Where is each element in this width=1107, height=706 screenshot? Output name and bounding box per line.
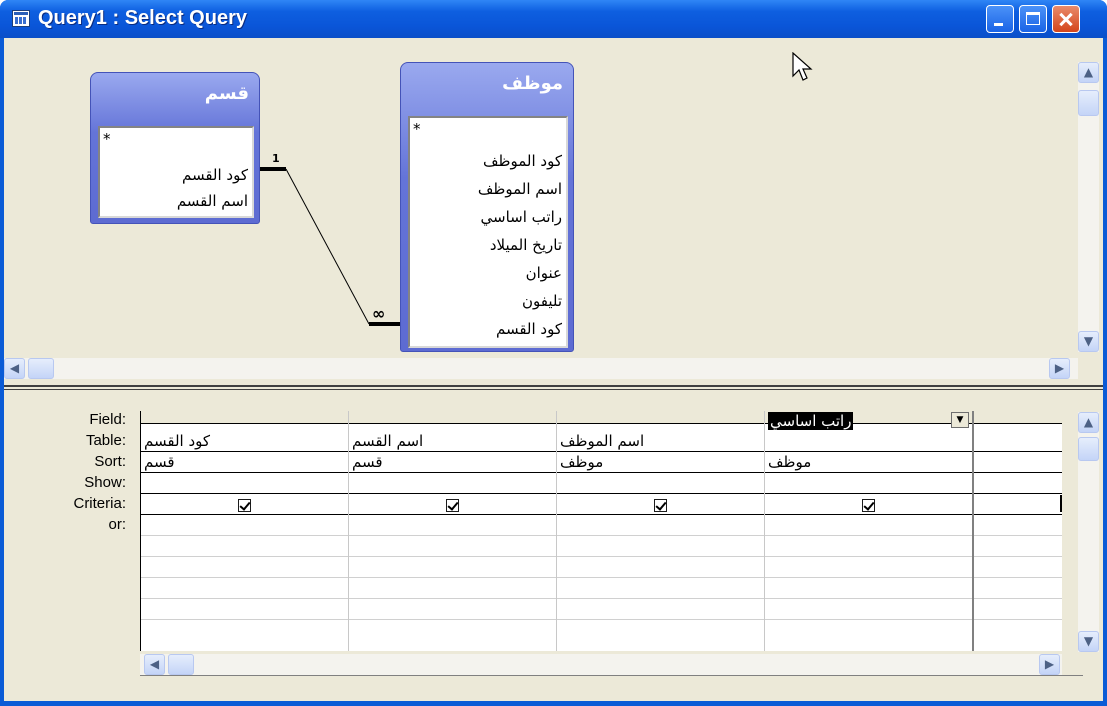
grid-bottom-border [140,675,1083,676]
field-item[interactable]: تاريخ الميلاد [490,236,562,254]
row-label-criteria: Criteria: [73,495,126,512]
scroll-thumb[interactable] [168,654,194,675]
query-icon[interactable] [12,10,30,27]
grid-table-cell[interactable]: قسم [352,453,383,471]
grid-field-cell[interactable]: كود القسم [144,432,210,450]
scroll-right-arrow-icon[interactable]: ▶ [1049,358,1070,379]
grid-table-cell[interactable]: موظف [560,453,603,471]
minimize-icon [994,23,1003,26]
upper-vertical-scrollbar[interactable]: ▲ ▼ [1078,62,1099,352]
grid-show-checkbox[interactable] [862,499,875,512]
field-item[interactable]: اسم القسم [177,192,248,210]
row-label-sort: Sort: [94,453,126,470]
row-label-field: Field: [89,411,126,428]
scroll-thumb[interactable] [1078,437,1099,461]
relationship-one-label: 1 [272,152,280,165]
grid-horizontal-scrollbar[interactable]: ◀ ▶ [140,654,1062,675]
relationship-many-label: ∞ [372,304,385,323]
field-item-all[interactable]: * [103,130,111,148]
scroll-up-arrow-icon[interactable]: ▲ [1078,412,1099,433]
upper-horizontal-scrollbar[interactable]: ◀ ▶ [4,358,1078,379]
field-item[interactable]: عنوان [526,264,562,282]
grid-field-cell-selected[interactable]: راتب اساسي ▼ [768,411,974,430]
table-design-pane[interactable]: 1 ∞ قسم * كود القسم اسم القسم موظف * كود… [4,38,1103,383]
scroll-thumb[interactable] [28,358,54,379]
maximize-icon [1026,12,1040,25]
table-box-department[interactable]: قسم * كود القسم اسم القسم [90,72,260,224]
field-item[interactable]: اسم الموظف [478,180,562,198]
grid-show-checkbox[interactable] [654,499,667,512]
grid-field-cell[interactable]: اسم الموظف [560,432,644,450]
table-box-employee[interactable]: موظف * كود الموظف اسم الموظف راتب اساسي … [400,62,574,352]
grid-table-cell[interactable]: موظف [768,453,811,471]
design-grid[interactable]: كود القسم قسم اسم القسم قسم اسم الموظف م… [140,411,1062,651]
mouse-pointer-icon [792,52,813,81]
scroll-left-arrow-icon[interactable]: ◀ [4,358,25,379]
title-bar[interactable]: Query1 : Select Query [0,0,1107,38]
grid-table-cell[interactable]: قسم [144,453,175,471]
field-item-all[interactable]: * [413,120,421,138]
row-label-table: Table: [85,432,126,449]
field-list[interactable]: * كود الموظف اسم الموظف راتب اساسي تاريخ… [408,116,568,348]
grid-show-checkbox[interactable] [238,499,251,512]
grid-show-checkbox[interactable] [446,499,459,512]
minimize-button[interactable] [986,5,1014,33]
maximize-button[interactable] [1019,5,1047,33]
field-item[interactable]: تليفون [522,292,562,310]
scroll-left-arrow-icon[interactable]: ◀ [144,654,165,675]
query-window: Query1 : Select Query 1 ∞ قسم * كود القس… [0,0,1107,706]
scroll-right-arrow-icon[interactable]: ▶ [1039,654,1060,675]
grid-field-cell[interactable]: اسم القسم [352,432,423,450]
field-item[interactable]: كود القسم [496,320,562,338]
field-list[interactable]: * كود القسم اسم القسم [98,126,254,218]
close-icon [1053,6,1079,32]
scroll-down-arrow-icon[interactable]: ▼ [1078,331,1099,352]
grid-field-value[interactable]: راتب اساسي [768,412,854,430]
field-item[interactable]: كود القسم [182,166,248,184]
row-label-show: Show: [84,474,126,491]
pane-splitter[interactable] [4,383,1103,392]
grid-vertical-scrollbar[interactable]: ▲ ▼ [1078,412,1099,652]
row-label-or: or: [108,516,126,533]
query-design-grid-pane[interactable]: Field: Table: Sort: Show: Criteria: or: [4,392,1103,701]
window-title: Query1 : Select Query [38,7,247,29]
field-item[interactable]: كود الموظف [483,152,562,170]
table-title: قسم [204,83,249,104]
scroll-thumb[interactable] [1078,90,1099,116]
scroll-down-arrow-icon[interactable]: ▼ [1078,631,1099,652]
table-title: موظف [502,73,563,94]
row-labels: Field: Table: Sort: Show: Criteria: or: [4,392,126,592]
field-item[interactable]: راتب اساسي [481,208,562,226]
chevron-down-icon[interactable]: ▼ [951,412,969,428]
close-button[interactable] [1052,5,1080,33]
scroll-up-arrow-icon[interactable]: ▲ [1078,62,1099,83]
